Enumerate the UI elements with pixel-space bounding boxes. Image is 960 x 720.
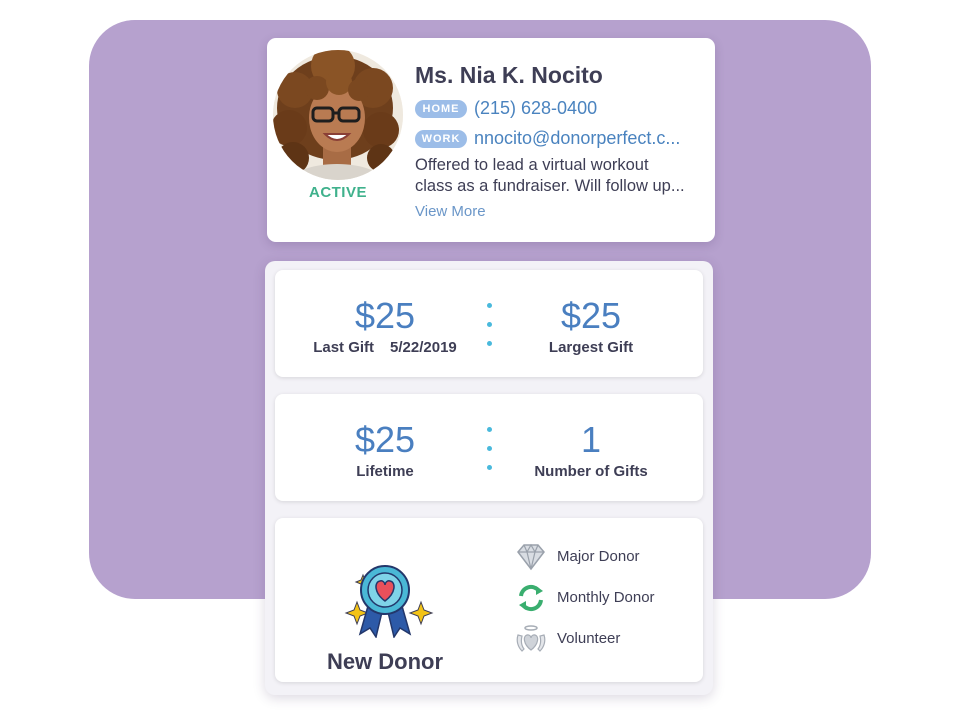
number-of-gifts-stat: 1 Number of Gifts — [491, 419, 691, 481]
status-badge: ACTIVE — [308, 184, 367, 201]
diamond-icon — [517, 543, 545, 570]
giving-stats-panel: $25 Last Gift 5/22/2019 $25 Largest Gift … — [265, 261, 713, 695]
note-line-1: Offered to lead a virtual workout — [415, 156, 649, 174]
largest-gift-stat: $25 Largest Gift — [491, 295, 691, 357]
lifetime-label: Lifetime — [356, 463, 414, 480]
current-badge: New Donor — [295, 558, 475, 675]
new-donor-ribbon-icon — [344, 565, 434, 639]
donor-type-list: Major Donor Monthly Donor Volunteer — [515, 536, 655, 659]
donor-profile-card: ACTIVE Ms. Nia K. Nocito HOME (215) 628-… — [267, 38, 715, 242]
last-gift-label: Last Gift — [313, 339, 375, 356]
largest-gift-label: Largest Gift — [548, 339, 634, 356]
donor-type-item: Volunteer — [515, 618, 655, 659]
donor-type-item: Monthly Donor — [515, 577, 655, 618]
lifetime-value: $25 — [354, 419, 416, 460]
work-email-link[interactable]: nnocito@donorperfect.c... — [474, 128, 680, 149]
donor-badges-card: New Donor Major Donor Monthly Donor Volu… — [275, 518, 703, 682]
last-gift-stat: $25 Last Gift 5/22/2019 — [285, 295, 485, 357]
last-gift-date: 5/22/2019 — [390, 339, 457, 356]
donor-type-label: Monthly Donor — [557, 589, 655, 606]
donor-type-item: Major Donor — [515, 536, 655, 577]
lifetime-summary-card: $25 Lifetime 1 Number of Gifts — [275, 394, 703, 501]
work-tag: WORK — [415, 129, 467, 148]
home-phone-row: HOME (215) 628-0400 — [415, 98, 597, 119]
donor-note: Offered to lead a virtual workout class … — [415, 155, 711, 197]
note-line-2: class as a fundraiser. Will follow up... — [415, 177, 685, 195]
view-more-link[interactable]: View More — [415, 203, 486, 220]
avatar — [273, 50, 403, 180]
donor-name: Ms. Nia K. Nocito — [415, 62, 603, 88]
number-of-gifts-value: 1 — [580, 419, 602, 460]
last-gift-label-row: Last Gift 5/22/2019 — [285, 339, 485, 356]
home-phone-link[interactable]: (215) 628-0400 — [474, 98, 597, 119]
donor-type-label: Major Donor — [557, 548, 640, 565]
home-tag: HOME — [415, 99, 467, 118]
lifetime-stat: $25 Lifetime — [285, 419, 485, 481]
current-badge-label: New Donor — [326, 649, 444, 674]
donor-type-label: Volunteer — [557, 630, 621, 647]
angel-heart-icon — [516, 624, 546, 652]
last-gift-value: $25 — [354, 295, 416, 336]
recurring-icon — [519, 584, 543, 611]
largest-gift-value: $25 — [560, 295, 622, 336]
gift-summary-card: $25 Last Gift 5/22/2019 $25 Largest Gift — [275, 270, 703, 377]
number-of-gifts-label: Number of Gifts — [534, 463, 648, 480]
work-email-row: WORK nnocito@donorperfect.c... — [415, 128, 680, 149]
